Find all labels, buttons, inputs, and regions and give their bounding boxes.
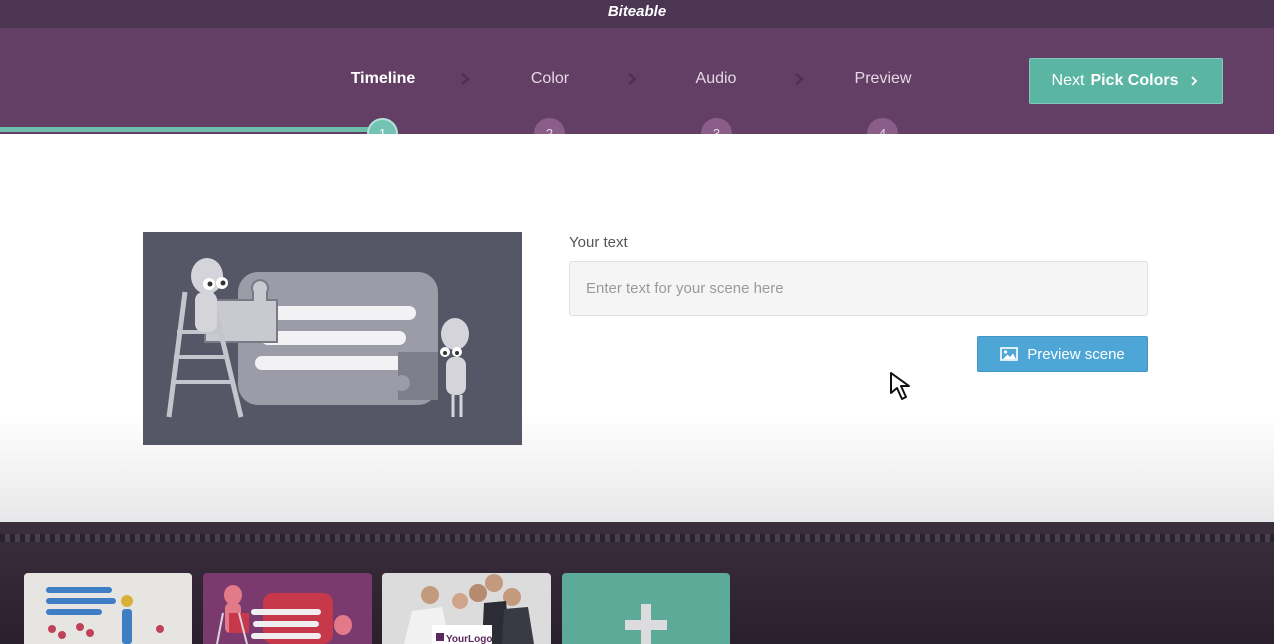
tab-preview[interactable]: Preview (813, 70, 953, 88)
mouse-pointer-icon (890, 372, 910, 400)
brand-bar: Biteable (0, 0, 1274, 28)
app-logo: Biteable (607, 3, 667, 20)
your-text-label: Your text (569, 234, 628, 251)
next-pick-colors-button[interactable]: Next Pick Colors (1029, 58, 1223, 104)
step-progress-bar (0, 127, 383, 132)
preview-scene-button[interactable]: Preview scene (977, 336, 1148, 372)
next-button-label: Pick Colors (1090, 72, 1179, 89)
film-perforation (0, 534, 1274, 542)
tab-audio[interactable]: Audio (646, 70, 786, 88)
scene-thumbnail-preview (143, 232, 522, 445)
chevron-right-icon (792, 72, 806, 86)
chevron-right-icon (458, 72, 472, 86)
chevron-right-icon (625, 72, 639, 86)
chevron-right-icon (1191, 76, 1198, 86)
plus-icon (625, 604, 667, 644)
your-logo-text: YourLogo (446, 634, 493, 644)
next-button-prefix: Next (1051, 72, 1085, 89)
tab-timeline[interactable]: Timeline (313, 70, 453, 88)
scene-text-input[interactable] (569, 261, 1148, 316)
scene-thumb-2[interactable] (203, 573, 372, 644)
tab-color[interactable]: Color (480, 70, 620, 88)
image-icon (1000, 347, 1019, 361)
scene-thumb-1[interactable] (24, 573, 192, 644)
preview-scene-label: Preview scene (1027, 345, 1125, 363)
